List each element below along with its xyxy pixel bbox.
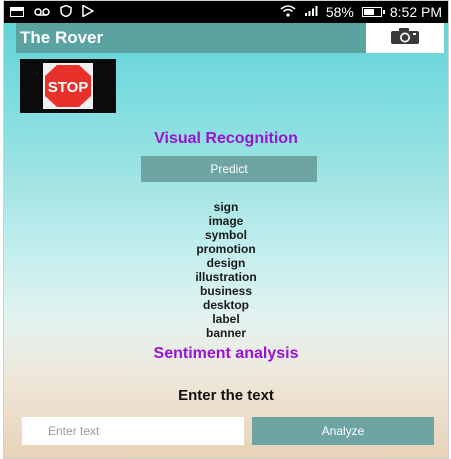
play-store-icon	[82, 4, 95, 19]
voicemail-icon	[34, 6, 50, 19]
list-item: business	[199, 284, 253, 298]
battery-icon	[361, 7, 385, 17]
sentiment-analysis-title: Sentiment analysis	[153, 345, 299, 362]
battery-percent: 58%	[325, 4, 354, 20]
signal-icon	[304, 5, 318, 19]
app-title: The Rover	[20, 28, 104, 47]
status-bar-right: 58% 8:52 PM	[280, 4, 442, 20]
prediction-labels-list: sign image symbol promotion design illus…	[4, 200, 448, 340]
list-item: promotion	[196, 242, 256, 256]
shield-icon	[60, 4, 72, 19]
list-item: symbol	[204, 228, 247, 242]
app-bar: The Rover	[16, 23, 366, 53]
visual-recognition-title: Visual Recognition	[154, 130, 298, 147]
list-item: banner	[205, 326, 246, 340]
wifi-icon	[280, 5, 296, 19]
clock: 8:52 PM	[389, 4, 442, 20]
list-item: sign	[213, 200, 239, 214]
analyze-button[interactable]: Analyze	[252, 417, 434, 445]
stop-sign-icon: STOP	[43, 63, 93, 109]
phone-screen: 58% 8:52 PM The Rover STOP Visual Recogn…	[3, 0, 449, 459]
camera-icon	[390, 27, 420, 50]
list-item: illustration	[195, 270, 257, 284]
list-item: desktop	[202, 298, 249, 312]
camera-button[interactable]	[366, 23, 444, 53]
stop-sign-text: STOP	[48, 79, 89, 96]
list-item: label	[212, 312, 240, 326]
sentiment-text-input[interactable]	[22, 417, 244, 445]
captured-image: STOP	[20, 59, 116, 113]
list-item: image	[208, 214, 244, 228]
enter-text-label: Enter the text	[178, 387, 274, 404]
status-bar-left	[10, 4, 95, 19]
status-bar: 58% 8:52 PM	[4, 1, 448, 23]
predict-button[interactable]: Predict	[141, 156, 317, 182]
mail-icon	[10, 6, 24, 19]
list-item: design	[206, 256, 246, 270]
